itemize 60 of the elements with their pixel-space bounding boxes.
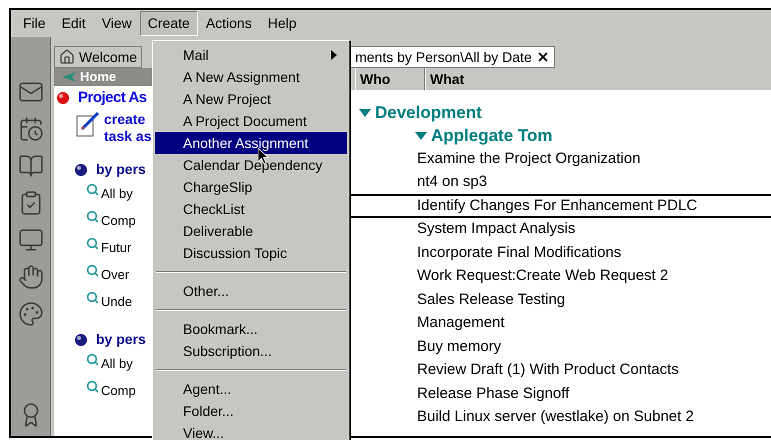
create-link[interactable]: create — [104, 111, 152, 128]
menu-bar-item[interactable]: View — [94, 11, 140, 36]
menu-item[interactable]: Another Assignment — [155, 132, 347, 154]
view-link[interactable]: All by — [101, 354, 133, 374]
column-header[interactable]: What — [425, 68, 771, 90]
search-icon — [86, 264, 99, 277]
menu-item[interactable]: Bookmark... — [155, 318, 347, 340]
book-icon[interactable] — [18, 153, 44, 179]
search-icon — [86, 210, 99, 223]
section-heading[interactable]: by pers — [96, 329, 146, 350]
create-link[interactable]: task as — [104, 128, 152, 145]
calendar-icon[interactable] — [18, 116, 44, 142]
search-icon — [86, 237, 99, 250]
search-icon — [86, 353, 99, 366]
close-icon[interactable] — [536, 50, 550, 64]
menu-item[interactable]: Agent... — [155, 378, 347, 400]
notepad-pencil-icon[interactable] — [76, 111, 100, 137]
hand-icon[interactable] — [18, 264, 44, 290]
menu-item[interactable]: View... — [155, 422, 347, 440]
menu-item[interactable]: CheckList — [155, 198, 347, 220]
menu-item[interactable]: Subscription... — [155, 340, 347, 362]
search-icon — [86, 291, 99, 304]
menu-bar-item[interactable]: Edit — [54, 11, 94, 36]
ball-icon — [74, 162, 88, 176]
view-link[interactable]: All by — [101, 184, 133, 204]
view-link[interactable]: Futur — [101, 238, 132, 258]
ball-icon — [74, 332, 88, 346]
view-link[interactable]: Comp — [101, 210, 136, 230]
menu-item[interactable]: Folder... — [155, 400, 347, 422]
expanded-triangle-icon[interactable] — [359, 108, 371, 118]
menu-item[interactable]: A New Assignment — [155, 66, 347, 88]
menu-item[interactable]: Calendar Dependency — [155, 154, 347, 176]
menu-item[interactable]: Discussion Topic — [155, 242, 347, 264]
view-link[interactable]: Comp — [101, 380, 136, 400]
menu-item[interactable]: Mail — [155, 44, 347, 66]
panel-heading: Project As — [78, 90, 147, 105]
menu-bar-item[interactable]: Actions — [198, 11, 260, 36]
menu-item[interactable]: A Project Document — [155, 110, 347, 132]
menu-item[interactable]: A New Project — [155, 88, 347, 110]
tab[interactable]: ments by Person\All by Date — [350, 46, 555, 68]
panel-title: Home — [80, 68, 116, 86]
search-icon — [86, 183, 99, 196]
view-link[interactable]: Over — [101, 264, 130, 284]
menu-item[interactable]: ChargeSlip — [155, 176, 347, 198]
section-heading[interactable]: by pers — [96, 159, 146, 180]
menu-item[interactable]: Other... — [155, 280, 347, 302]
menu-item[interactable]: Deliverable — [155, 220, 347, 242]
category-label[interactable]: Development — [375, 100, 482, 126]
menu-bar-item[interactable]: File — [15, 11, 54, 36]
house-icon — [59, 49, 75, 65]
search-icon — [86, 380, 99, 393]
tab[interactable]: Welcome — [54, 46, 142, 68]
menu-bar-item[interactable]: Help — [260, 11, 305, 36]
menu-bar-item[interactable]: Create — [140, 11, 198, 36]
expanded-triangle-icon[interactable] — [415, 130, 427, 140]
palette-icon[interactable] — [18, 301, 44, 327]
column-header[interactable]: Who — [355, 68, 425, 90]
view-link[interactable]: Unde — [101, 292, 132, 312]
person-label[interactable]: Applegate Tom — [431, 122, 553, 148]
computer-icon[interactable] — [18, 227, 44, 253]
